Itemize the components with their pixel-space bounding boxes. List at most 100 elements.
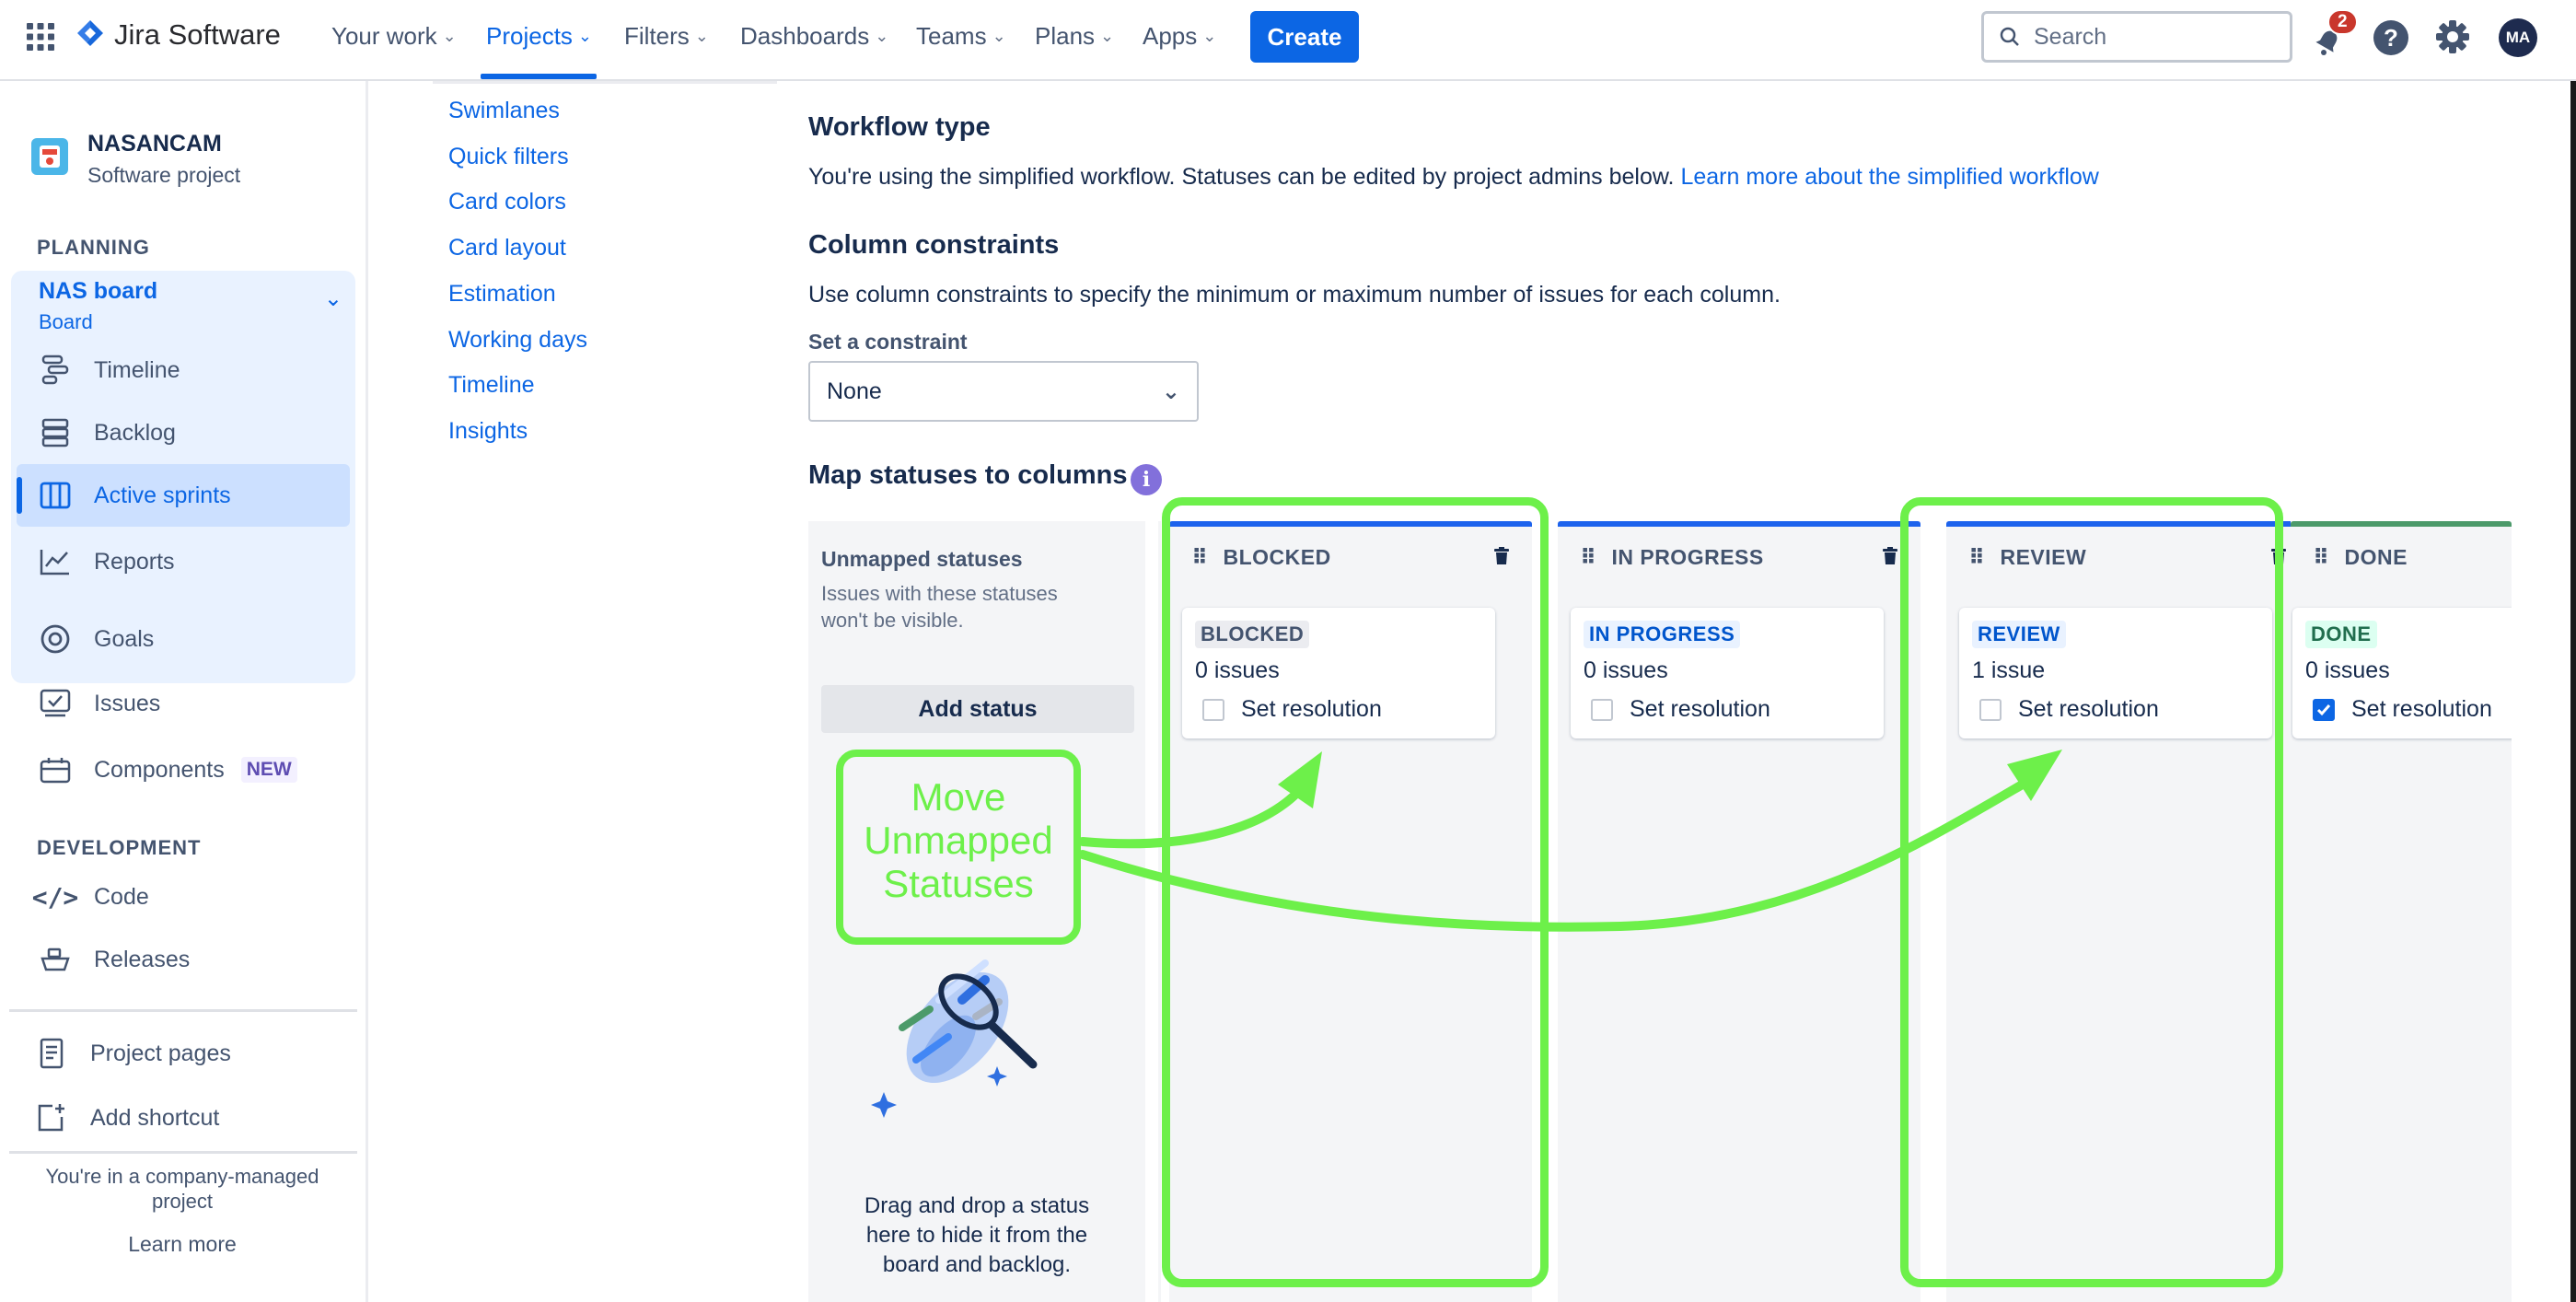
board-column-done[interactable]: ⠿ DONE DONE 0 issues Set resolution bbox=[2291, 521, 2512, 1302]
help-icon[interactable]: ? bbox=[2373, 20, 2408, 55]
avatar[interactable]: MA bbox=[2499, 18, 2537, 57]
set-resolution-checkbox[interactable] bbox=[2313, 698, 2335, 721]
project-avatar[interactable] bbox=[31, 138, 68, 175]
chart-line-icon bbox=[37, 543, 74, 580]
sidebar-item-reports[interactable]: Reports bbox=[37, 543, 175, 580]
constraints-description: Use column constraints to specify the mi… bbox=[808, 282, 1781, 308]
column-name[interactable]: DONE bbox=[2344, 545, 2407, 570]
footer-text: project bbox=[151, 1190, 214, 1213]
board-selector[interactable]: NAS board Board ⌄ bbox=[39, 278, 342, 334]
target-icon bbox=[37, 621, 74, 657]
nav-label: Filters bbox=[624, 22, 690, 50]
settings-link-card-colors[interactable]: Card colors bbox=[448, 189, 566, 215]
checkmark-icon bbox=[2316, 703, 2331, 715]
sidebar-item-code[interactable]: </> Code bbox=[32, 878, 149, 915]
divider bbox=[9, 1151, 357, 1154]
nav-projects[interactable]: Projects ⌄ bbox=[486, 22, 592, 51]
nav-your-work[interactable]: Your work ⌄ bbox=[331, 22, 457, 51]
backlog-icon bbox=[37, 414, 74, 451]
drag-handle-icon[interactable]: ⠿ bbox=[1580, 545, 1596, 570]
notifications-button[interactable]: 2 bbox=[2311, 9, 2358, 59]
column-top-bar bbox=[2291, 521, 2512, 527]
project-name[interactable]: NASANCAM bbox=[87, 131, 222, 157]
info-icon[interactable]: i bbox=[1131, 464, 1162, 495]
delete-column-trash-icon[interactable] bbox=[1882, 547, 1898, 570]
settings-link-card-layout[interactable]: Card layout bbox=[448, 235, 566, 262]
nav-apps[interactable]: Apps ⌄ bbox=[1143, 22, 1216, 51]
set-resolution-checkbox[interactable] bbox=[1591, 698, 1613, 721]
issue-count: 0 issues bbox=[1584, 657, 1668, 683]
sidebar-item-goals[interactable]: Goals bbox=[37, 621, 154, 657]
search-placeholder: Search bbox=[2034, 23, 2107, 50]
chevron-down-icon: ⌄ bbox=[694, 27, 709, 45]
column-header: ⠿ DONE bbox=[2313, 545, 2408, 570]
issues-icon bbox=[37, 685, 74, 722]
settings-link-swimlanes[interactable]: Swimlanes bbox=[448, 98, 560, 124]
unmapped-desc-text: won't be visible. bbox=[821, 609, 964, 632]
learn-more-link[interactable]: Learn more bbox=[0, 1232, 365, 1257]
nav-label: Teams bbox=[916, 22, 987, 50]
nav-teams[interactable]: Teams ⌄ bbox=[916, 22, 1006, 51]
board-columns-icon bbox=[37, 477, 74, 514]
status-card-in-progress[interactable]: IN PROGRESS 0 issues Set resolution bbox=[1571, 608, 1884, 738]
annotation-callout-text: Move Unmapped Statuses bbox=[843, 775, 1073, 905]
nav-plans[interactable]: Plans ⌄ bbox=[1035, 22, 1114, 51]
board-subtitle: Board bbox=[39, 310, 93, 333]
column-separator bbox=[1158, 521, 1161, 1302]
jira-logo-icon bbox=[77, 20, 103, 46]
jira-logo[interactable]: Jira Software bbox=[75, 18, 281, 52]
search-input[interactable]: Search bbox=[1981, 11, 2292, 63]
set-resolution-row[interactable]: Set resolution bbox=[2313, 696, 2492, 723]
product-name: Jira Software bbox=[114, 18, 281, 51]
sidebar-item-label: Backlog bbox=[94, 419, 176, 446]
sidebar-item-project-pages[interactable]: Project pages bbox=[33, 1035, 231, 1072]
sidebar-item-components[interactable]: Components NEW bbox=[37, 751, 297, 788]
sidebar-item-timeline[interactable]: Timeline bbox=[37, 352, 180, 389]
settings-link-insights[interactable]: Insights bbox=[448, 418, 528, 445]
simplified-workflow-link[interactable]: Learn more about the simplified workflow bbox=[1680, 164, 2098, 190]
chevron-down-icon: ⌄ bbox=[1100, 27, 1115, 45]
nav-dashboards[interactable]: Dashboards ⌄ bbox=[740, 22, 888, 51]
nav-label: Apps bbox=[1143, 22, 1198, 50]
sidebar-item-releases[interactable]: Releases bbox=[37, 941, 190, 978]
sidebar-item-label: Releases bbox=[94, 946, 191, 972]
column-name[interactable]: IN PROGRESS bbox=[1611, 545, 1763, 570]
sidebar-item-add-shortcut[interactable]: Add shortcut bbox=[33, 1099, 219, 1136]
workflow-type-heading: Workflow type bbox=[808, 112, 991, 142]
timeline-icon bbox=[37, 352, 74, 389]
nav-label: Projects bbox=[486, 22, 573, 50]
nav-label: Dashboards bbox=[740, 22, 870, 50]
settings-gear-icon[interactable] bbox=[2434, 18, 2471, 60]
components-icon bbox=[37, 751, 74, 788]
constraint-select[interactable]: None ⌄ bbox=[808, 361, 1199, 422]
sidebar-item-label: Timeline bbox=[94, 356, 180, 383]
status-lozenge: DONE bbox=[2305, 621, 2377, 648]
app-switcher-icon[interactable] bbox=[26, 22, 55, 52]
right-edge-border bbox=[2570, 81, 2576, 1302]
company-managed-note: You're in a company-managed project bbox=[0, 1164, 365, 1214]
board-column-in-progress[interactable]: ⠿ IN PROGRESS IN PROGRESS 0 issues Set re… bbox=[1558, 521, 1920, 1302]
set-resolution-row[interactable]: Set resolution bbox=[1591, 696, 1770, 723]
column-constraints-heading: Column constraints bbox=[808, 230, 1060, 260]
settings-link-working-days[interactable]: Working days bbox=[448, 327, 587, 354]
project-sidebar: NASANCAM Software project PLANNING NAS b… bbox=[0, 81, 368, 1302]
settings-link-timeline[interactable]: Timeline bbox=[448, 372, 535, 399]
status-card-done[interactable]: DONE 0 issues Set resolution bbox=[2292, 608, 2512, 738]
status-lozenge: IN PROGRESS bbox=[1584, 621, 1741, 648]
map-statuses-heading: Map statuses to columns bbox=[808, 460, 1128, 490]
settings-link-quick-filters[interactable]: Quick filters bbox=[448, 144, 569, 170]
settings-link-estimation[interactable]: Estimation bbox=[448, 281, 556, 308]
project-type: Software project bbox=[87, 163, 241, 187]
sidebar-item-issues[interactable]: Issues bbox=[37, 685, 160, 722]
sidebar-item-backlog[interactable]: Backlog bbox=[37, 414, 176, 451]
add-status-button[interactable]: Add status bbox=[821, 685, 1134, 733]
divider bbox=[9, 1009, 357, 1012]
sidebar-item-active-sprints[interactable]: Active sprints bbox=[37, 477, 231, 514]
drag-handle-icon[interactable]: ⠿ bbox=[2313, 545, 2329, 570]
create-button[interactable]: Create bbox=[1250, 11, 1359, 63]
nav-filters[interactable]: Filters ⌄ bbox=[624, 22, 709, 51]
unmapped-title: Unmapped statuses bbox=[821, 547, 1023, 571]
set-resolution-label: Set resolution bbox=[2351, 696, 2492, 722]
board-name: NAS board bbox=[39, 278, 158, 304]
annotation-line: Statuses bbox=[883, 862, 1034, 905]
